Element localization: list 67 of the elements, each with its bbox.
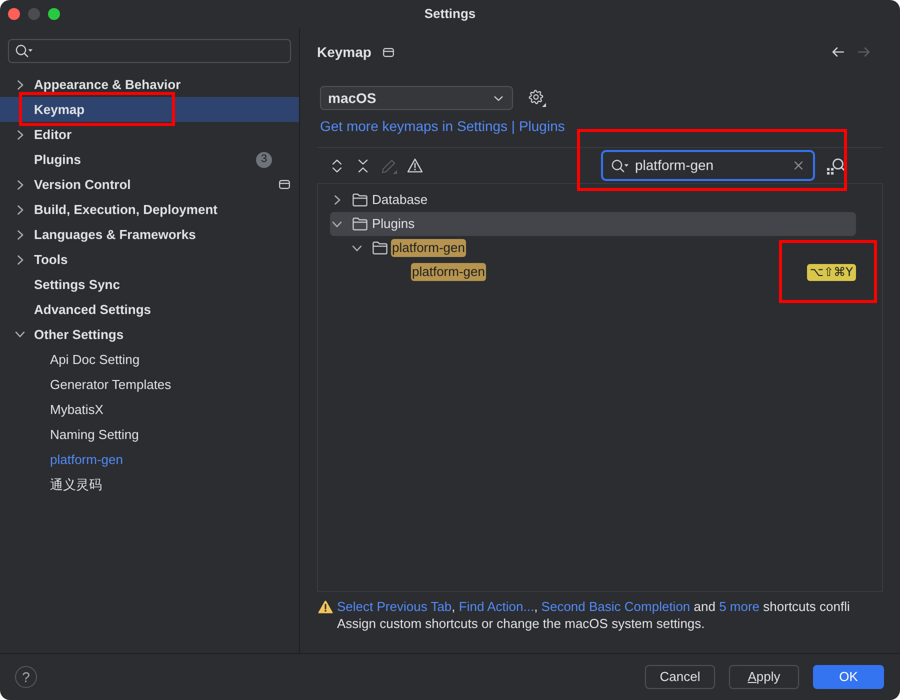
- window-title: Settings: [424, 5, 476, 24]
- tree-item[interactable]: Plugins: [330, 212, 856, 236]
- search-icon: [611, 158, 629, 172]
- tree-item[interactable]: Database: [330, 188, 856, 212]
- search-icon: [15, 44, 33, 58]
- sidebar-item[interactable]: Languages & Frameworks: [0, 222, 299, 247]
- help-button[interactable]: ?: [15, 666, 37, 688]
- warning-icon: [318, 600, 333, 614]
- shortcut-search-icon[interactable]: [826, 156, 846, 174]
- shortcut-link[interactable]: 5 more: [719, 599, 760, 614]
- sidebar-item[interactable]: Build, Execution, Deployment: [0, 197, 299, 222]
- collapse-all-icon[interactable]: [357, 158, 369, 172]
- search-field[interactable]: [8, 39, 291, 63]
- zoom-icon[interactable]: [48, 8, 60, 20]
- back-arrow-icon[interactable]: [832, 47, 844, 57]
- shortcut-link[interactable]: Find Action...: [458, 599, 534, 614]
- expand-all-icon[interactable]: [331, 158, 343, 172]
- keymaps-link[interactable]: Get more keymaps in Settings | Plugins: [320, 118, 565, 134]
- conflict-hint-text: Assign custom shortcuts or change the macOS system settings.: [336, 615, 706, 632]
- shortcut-badge: ⌥⇧⌘Y: [806, 264, 856, 280]
- sidebar-item[interactable]: Keymap: [0, 97, 299, 122]
- folder-icon: [372, 241, 388, 255]
- dialog-button[interactable]: OK: [813, 665, 884, 689]
- sidebar-item[interactable]: Settings Sync: [0, 272, 299, 297]
- sidebar-item[interactable]: Appearance & Behavior: [0, 72, 299, 97]
- close-icon[interactable]: [8, 8, 20, 20]
- dialog-button[interactable]: Apply: [729, 665, 799, 689]
- chevron-right-icon[interactable]: [17, 230, 24, 240]
- folder-icon: [352, 193, 368, 207]
- sidebar-item[interactable]: Naming Setting: [0, 422, 299, 447]
- chevron-right-icon[interactable]: [17, 180, 24, 190]
- sidebar-item[interactable]: Generator Templates: [0, 372, 299, 397]
- conflict-warning-text: Select Previous Tab, Find Action..., Second Basic Completion and 5 more shortcuts confli: [337, 598, 850, 615]
- caret-icon: [494, 96, 503, 100]
- sidebar-item[interactable]: 通义灵码: [0, 472, 299, 497]
- sidebar-item[interactable]: Editor: [0, 122, 299, 147]
- sidebar-item[interactable]: Tools: [0, 247, 299, 272]
- page-title: Keymap: [317, 42, 372, 62]
- sidebar-item[interactable]: Other Settings: [0, 322, 299, 347]
- chevron-down-icon[interactable]: [15, 331, 25, 338]
- gear-icon[interactable]: [528, 89, 546, 107]
- chevron-down-icon[interactable]: [352, 244, 362, 252]
- sidebar-item[interactable]: Advanced Settings: [0, 297, 299, 322]
- warning-icon[interactable]: [407, 158, 423, 173]
- sidebar-item[interactable]: Api Doc Setting: [0, 347, 299, 372]
- shortcut-link[interactable]: Select Previous Tab: [337, 599, 452, 614]
- tree-item[interactable]: platform-gen: [330, 236, 856, 260]
- folder-icon: [352, 217, 368, 231]
- shortcut-link[interactable]: Second Basic Completion: [541, 599, 690, 614]
- chevron-right-icon[interactable]: [334, 195, 340, 205]
- chevron-right-icon[interactable]: [17, 204, 24, 214]
- chevron-right-icon[interactable]: [17, 80, 24, 90]
- sidebar-item[interactable]: platform-gen: [0, 447, 299, 472]
- clear-icon[interactable]: [794, 161, 803, 170]
- tree-item[interactable]: platform-gen ⌥⇧⌘Y: [330, 260, 856, 284]
- match-highlight: platform-gen: [391, 239, 466, 257]
- chevron-right-icon[interactable]: [17, 254, 24, 264]
- chevron-right-icon[interactable]: [17, 130, 24, 140]
- sidebar-item[interactable]: Plugins 3: [0, 147, 299, 172]
- sidebar-item[interactable]: Version Control: [0, 172, 299, 197]
- action-search-field[interactable]: platform-gen: [601, 150, 815, 181]
- sidebar-item[interactable]: MybatisX: [0, 397, 299, 422]
- match-highlight: platform-gen: [411, 263, 486, 281]
- count-badge: 3: [256, 152, 272, 168]
- dialog-button[interactable]: Cancel: [645, 665, 715, 689]
- keymap-dropdown[interactable]: macOS: [320, 86, 513, 110]
- chevron-down-icon[interactable]: [332, 220, 342, 228]
